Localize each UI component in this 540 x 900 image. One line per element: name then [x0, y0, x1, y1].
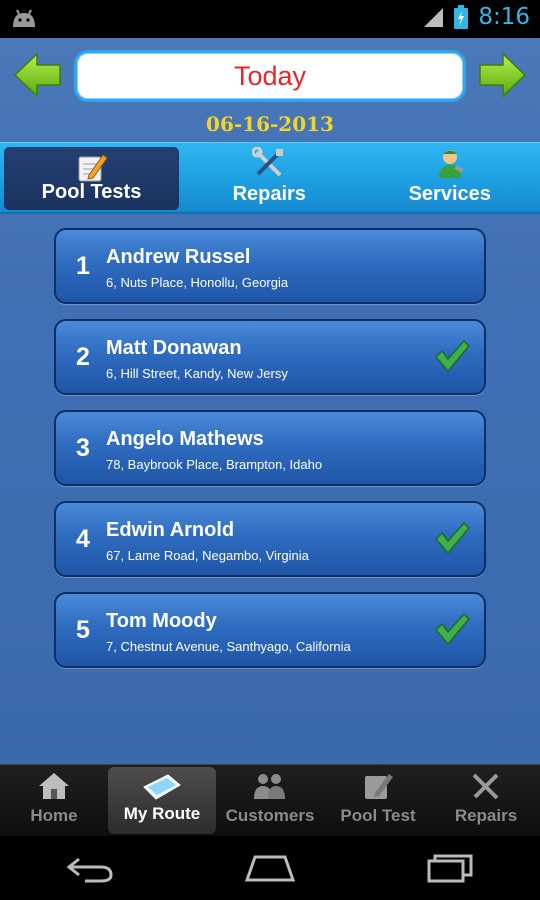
tab-pool-tests[interactable]: Pool Tests — [4, 147, 179, 210]
nav-pool-test[interactable]: Pool Test — [324, 765, 432, 836]
nav-repairs[interactable]: Repairs — [432, 765, 540, 836]
customer-address: 78, Baybrook Place, Brampton, Idaho — [106, 457, 323, 472]
home-button[interactable] — [240, 848, 300, 888]
customer-name: Angelo Mathews — [106, 428, 264, 450]
customer-name: Matt Donawan — [106, 337, 242, 359]
home-nav-icon — [244, 855, 296, 882]
item-number: 4 — [76, 525, 90, 553]
nav-my-route[interactable]: My Route — [108, 767, 216, 834]
route-item[interactable]: 4 Edwin Arnold 67, Lame Road, Negambo, V… — [54, 501, 486, 577]
customer-name: Andrew Russel — [106, 246, 251, 268]
item-number: 1 — [76, 252, 90, 280]
nav-label: Repairs — [454, 806, 518, 825]
customer-address: 6, Nuts Place, Honollu, Georgia — [106, 275, 289, 290]
nav-label: Home — [30, 806, 78, 825]
recent-apps-button[interactable] — [420, 848, 480, 888]
tab-repairs[interactable]: Repairs — [179, 143, 360, 212]
route-list: 1 Andrew Russel 6, Nuts Place, Honollu, … — [54, 228, 486, 683]
day-label-field[interactable]: Today — [74, 50, 466, 102]
signal-icon — [424, 8, 444, 27]
route-item[interactable]: 2 Matt Donawan 6, Hill Street, Kandy, Ne… — [54, 319, 486, 395]
category-tabs: Pool Tests Repairs Services — [0, 142, 540, 214]
route-item[interactable]: 5 Tom Moody 7, Chestnut Avenue, Santhyag… — [54, 592, 486, 668]
nav-label: My Route — [123, 804, 201, 823]
tab-label: Services — [408, 183, 491, 205]
pencil-note-icon — [365, 774, 393, 799]
tools-icon — [252, 147, 284, 177]
people-icon — [254, 774, 285, 799]
app-screen: Today 06-16-2013 Pool Tests Repairs Serv… — [0, 38, 540, 764]
checkmark-icon — [434, 612, 470, 646]
nav-home[interactable]: Home — [0, 765, 108, 836]
customer-address: 6, Hill Street, Kandy, New Jersy — [106, 366, 288, 381]
nav-label: Customers — [225, 806, 315, 825]
system-nav-bar — [0, 836, 540, 900]
previous-day-arrow-icon[interactable] — [13, 50, 63, 100]
worker-icon — [438, 150, 464, 178]
checkmark-icon — [434, 521, 470, 555]
nav-customers[interactable]: Customers — [216, 765, 324, 836]
pool-icon — [143, 774, 181, 800]
route-item[interactable]: 3 Angelo Mathews 78, Baybrook Place, Bra… — [54, 410, 486, 486]
bottom-nav: Home My Route Customers Pool Test Repair… — [0, 764, 540, 836]
customer-address: 67, Lame Road, Negambo, Virginia — [106, 548, 309, 563]
home-icon — [39, 773, 69, 799]
item-number: 3 — [76, 434, 90, 462]
battery-icon — [454, 5, 469, 29]
recent-apps-icon — [427, 854, 473, 883]
nav-label: Pool Test — [340, 806, 416, 825]
status-bar: 8:16 — [0, 0, 540, 38]
checkmark-icon — [434, 339, 470, 373]
pencil-note-icon — [78, 154, 108, 182]
customer-name: Edwin Arnold — [106, 519, 235, 541]
item-number: 2 — [76, 343, 90, 371]
item-number: 5 — [76, 616, 90, 644]
route-date: 06-16-2013 — [206, 112, 334, 136]
clock: 8:16 — [478, 4, 530, 30]
tab-services[interactable]: Services — [360, 143, 540, 212]
route-item[interactable]: 1 Andrew Russel 6, Nuts Place, Honollu, … — [54, 228, 486, 304]
next-day-arrow-icon[interactable] — [477, 50, 527, 100]
back-button[interactable] — [60, 848, 120, 888]
android-icon — [13, 9, 35, 27]
customer-name: Tom Moody — [106, 610, 217, 632]
customer-address: 7, Chestnut Avenue, Santhyago, Californi… — [106, 639, 351, 654]
tools-icon — [472, 773, 499, 800]
tab-label: Pool Tests — [41, 181, 142, 203]
back-icon — [66, 857, 113, 883]
tab-label: Repairs — [232, 183, 306, 205]
